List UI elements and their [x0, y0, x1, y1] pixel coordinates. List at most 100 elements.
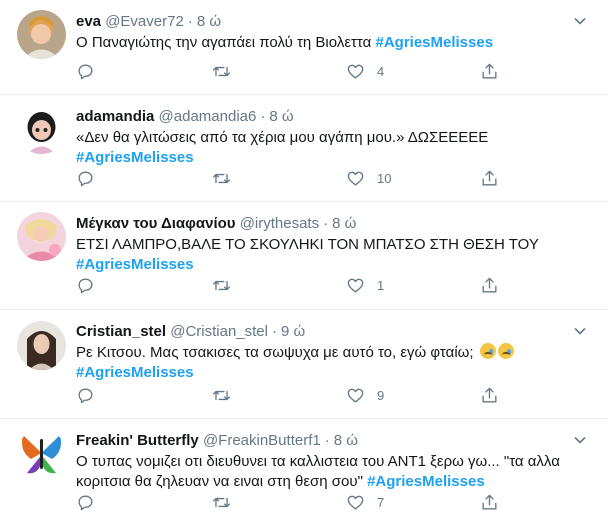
- avatar[interactable]: [17, 321, 66, 370]
- author-handle[interactable]: @Evaver72: [105, 13, 184, 30]
- author-handle[interactable]: @irythesats: [240, 215, 319, 232]
- tweet-header: Freakin' Butterfly @FreakinButterf1 · 8 ώ: [76, 431, 358, 451]
- crying-face-icon: [497, 343, 514, 359]
- avatar[interactable]: [17, 105, 66, 154]
- like-count: 9: [377, 387, 385, 403]
- tweet[interactable]: Μέγκαν του Διαφανίου @irythesats · 8 ώ ΕΤΣ…: [0, 202, 607, 310]
- author-name[interactable]: adamandia: [76, 108, 154, 125]
- reply-button[interactable]: [76, 385, 107, 405]
- share-button[interactable]: [480, 385, 499, 405]
- tweet-header: Μέγκαν του Διαφανίου @irythesats · 8 ώ: [76, 214, 356, 234]
- avatar[interactable]: [17, 10, 66, 59]
- retweet-icon: [212, 390, 231, 400]
- tweet[interactable]: adamandia @adamandia6 · 8 ώ «Δεν θα γλιτώσ…: [0, 95, 607, 202]
- author-handle[interactable]: @Cristian_stel: [170, 323, 268, 340]
- hashtag-link[interactable]: #AgriesMelisses: [367, 473, 485, 490]
- reply-button[interactable]: [76, 492, 107, 512]
- tweet-feed: eva @Evaver72 · 8 ώ Ο Παναγιώτης την αγαπά…: [0, 0, 607, 523]
- tweet-text-content: «Δεν θα γλιτώσεις από τα χέρια μου αγάπη…: [76, 129, 489, 146]
- share-icon: [482, 63, 497, 79]
- hashtag-link[interactable]: #AgriesMelisses: [76, 364, 194, 381]
- share-button[interactable]: [480, 61, 499, 81]
- share-button[interactable]: [480, 492, 499, 512]
- reply-button[interactable]: [76, 61, 107, 81]
- more-menu-button[interactable]: [569, 10, 591, 32]
- tweet-time[interactable]: 8 ώ: [332, 215, 356, 232]
- like-button[interactable]: 4: [346, 61, 384, 81]
- author-name[interactable]: eva: [76, 13, 101, 30]
- separator: ·: [324, 432, 330, 449]
- more-menu-button[interactable]: [569, 320, 591, 342]
- tweet-header: adamandia @adamandia6 · 8 ώ: [76, 107, 294, 127]
- reply-icon: [78, 494, 93, 510]
- chevron-down-icon: [574, 436, 586, 444]
- reply-button[interactable]: [76, 275, 107, 295]
- reply-icon: [78, 277, 93, 293]
- chevron-down-icon: [574, 327, 586, 335]
- tweet-text: «Δεν θα γλιτώσεις από τα χέρια μου αγάπη…: [76, 128, 589, 168]
- tweet-time[interactable]: 8 ώ: [197, 13, 221, 30]
- retweet-icon: [212, 66, 231, 76]
- share-button[interactable]: [480, 168, 499, 188]
- retweet-button[interactable]: [212, 275, 243, 295]
- hashtag-link[interactable]: #AgriesMelisses: [76, 256, 194, 273]
- tweet-text: Ο τυπας νομιζει οτι διευθυνει τα καλλιστ…: [76, 452, 589, 492]
- like-count: 7: [377, 494, 385, 510]
- tweet-time[interactable]: 8 ώ: [269, 108, 293, 125]
- heart-icon: [347, 278, 364, 293]
- retweet-button[interactable]: [212, 385, 243, 405]
- tweet-text-content: Ο τυπας νομιζει οτι διευθυνει τα καλλιστ…: [76, 453, 560, 490]
- tweet[interactable]: Freakin' Butterfly @FreakinButterf1 · 8 ώ …: [0, 419, 607, 523]
- heart-icon: [347, 171, 364, 186]
- share-button[interactable]: [480, 275, 499, 295]
- more-menu-button[interactable]: [569, 429, 591, 451]
- separator: ·: [271, 323, 277, 340]
- author-name[interactable]: Μέγκαν του Διαφανίου: [76, 215, 236, 232]
- author-handle[interactable]: @FreakinButterf1: [203, 432, 321, 449]
- tweet-text-content: ΕΤΣΙ ΛΑΜΠΡΟ,ΒΑΛΕ ΤΟ ΣΚΟΥΛΗΚΙ ΤΟΝ ΜΠΑΤΣΟ …: [76, 236, 539, 253]
- tweet-text: Ρε Κιτσου. Μας τσακισες τα σωψυχα με αυτ…: [76, 343, 589, 383]
- like-count: 10: [377, 170, 392, 186]
- tweet-actions: 10: [76, 168, 596, 188]
- author-handle[interactable]: @adamandia6: [159, 108, 257, 125]
- reply-button[interactable]: [76, 168, 107, 188]
- tweet-actions: 9: [76, 385, 596, 405]
- reply-icon: [78, 387, 93, 403]
- tweet-text: Ο Παναγιώτης την αγαπάει πολύ τη Βιολεττ…: [76, 33, 589, 53]
- like-button[interactable]: 1: [346, 275, 384, 295]
- separator: ·: [323, 215, 329, 232]
- reply-icon: [78, 63, 93, 79]
- share-icon: [482, 494, 497, 510]
- tweet-text: ΕΤΣΙ ΛΑΜΠΡΟ,ΒΑΛΕ ΤΟ ΣΚΟΥΛΗΚΙ ΤΟΝ ΜΠΑΤΣΟ …: [76, 235, 589, 275]
- tweet-actions: 1: [76, 275, 596, 295]
- retweet-button[interactable]: [212, 168, 243, 188]
- heart-icon: [347, 388, 364, 403]
- heart-icon: [347, 64, 364, 79]
- separator: ·: [260, 108, 266, 125]
- tweet[interactable]: Cristian_stel @Cristian_stel · 9 ώ Ρε Κιτσ…: [0, 310, 607, 419]
- tweet-text-content: Ρε Κιτσου. Μας τσακισες τα σωψυχα με αυτ…: [76, 344, 474, 361]
- tweet[interactable]: eva @Evaver72 · 8 ώ Ο Παναγιώτης την αγαπά…: [0, 0, 607, 95]
- share-icon: [482, 170, 497, 186]
- reply-icon: [78, 170, 93, 186]
- retweet-button[interactable]: [212, 492, 243, 512]
- retweet-button[interactable]: [212, 61, 243, 81]
- avatar[interactable]: [17, 212, 66, 261]
- separator: ·: [187, 13, 193, 30]
- tweet-header: eva @Evaver72 · 8 ώ: [76, 12, 221, 32]
- share-icon: [482, 387, 497, 403]
- avatar[interactable]: [17, 429, 66, 478]
- tweet-actions: 4: [76, 61, 596, 81]
- tweet-time[interactable]: 9 ώ: [281, 323, 305, 340]
- tweet-time[interactable]: 8 ώ: [334, 432, 358, 449]
- hashtag-link[interactable]: #AgriesMelisses: [76, 149, 194, 166]
- tweet-actions: 7: [76, 492, 596, 512]
- tweet-header: Cristian_stel @Cristian_stel · 9 ώ: [76, 322, 305, 342]
- like-button[interactable]: 7: [346, 492, 384, 512]
- like-button[interactable]: 9: [346, 385, 384, 405]
- chevron-down-icon: [574, 17, 586, 25]
- author-name[interactable]: Freakin' Butterfly: [76, 432, 199, 449]
- like-button[interactable]: 10: [346, 168, 391, 188]
- hashtag-link[interactable]: #AgriesMelisses: [375, 34, 493, 51]
- author-name[interactable]: Cristian_stel: [76, 323, 166, 340]
